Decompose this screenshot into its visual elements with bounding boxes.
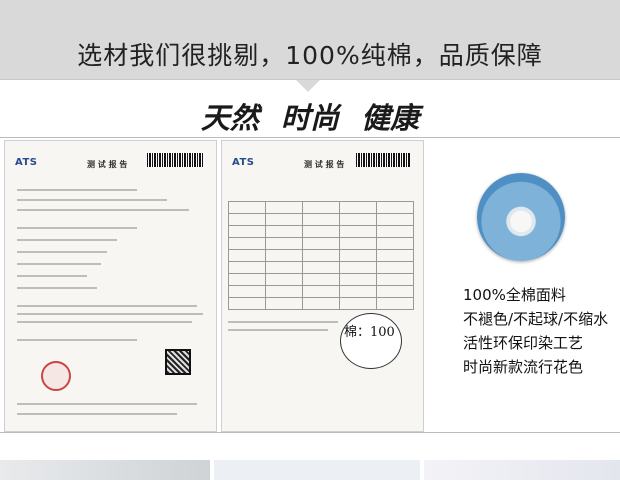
barcode-graphic <box>356 153 410 167</box>
result-table <box>228 201 414 310</box>
bottom-photo-strip <box>424 460 620 480</box>
top-banner: 选材我们很挑剔，100%纯棉，品质保障 <box>0 0 620 80</box>
bottom-photo-strip <box>214 460 420 480</box>
report-logo: ATS <box>232 157 255 168</box>
feature-list: 100%全棉面料 不褪色/不起球/不缩水 活性环保印染工艺 时尚新款流行花色 <box>463 283 608 379</box>
feature-item: 100%全棉面料 <box>463 286 566 304</box>
test-report-document: ATS 测 试 报 告 <box>4 140 217 432</box>
report-title: 测 试 报 告 <box>87 160 128 169</box>
feature-item: 活性环保印染工艺 <box>463 334 584 352</box>
qr-code <box>165 349 191 375</box>
test-report-document: ATS 测 试 报 告 <box>221 140 424 432</box>
cotton-content-label: 棉：100 <box>344 325 395 340</box>
banner-title: 选材我们很挑剔，100%纯棉，品质保障 <box>77 41 543 70</box>
report-title: 测 试 报 告 <box>304 160 345 169</box>
bottom-photo-strip <box>0 460 210 480</box>
report-logo: ATS <box>15 157 38 168</box>
feature-item: 不褪色/不起球/不缩水 <box>463 310 609 328</box>
red-stamp <box>41 361 71 391</box>
feature-item: 时尚新款流行花色 <box>463 358 584 376</box>
barcode-graphic <box>147 153 203 167</box>
banner-arrow <box>296 80 320 92</box>
cotton-photo <box>477 173 565 261</box>
subtitle: 天然 时尚 健康 <box>200 101 420 135</box>
